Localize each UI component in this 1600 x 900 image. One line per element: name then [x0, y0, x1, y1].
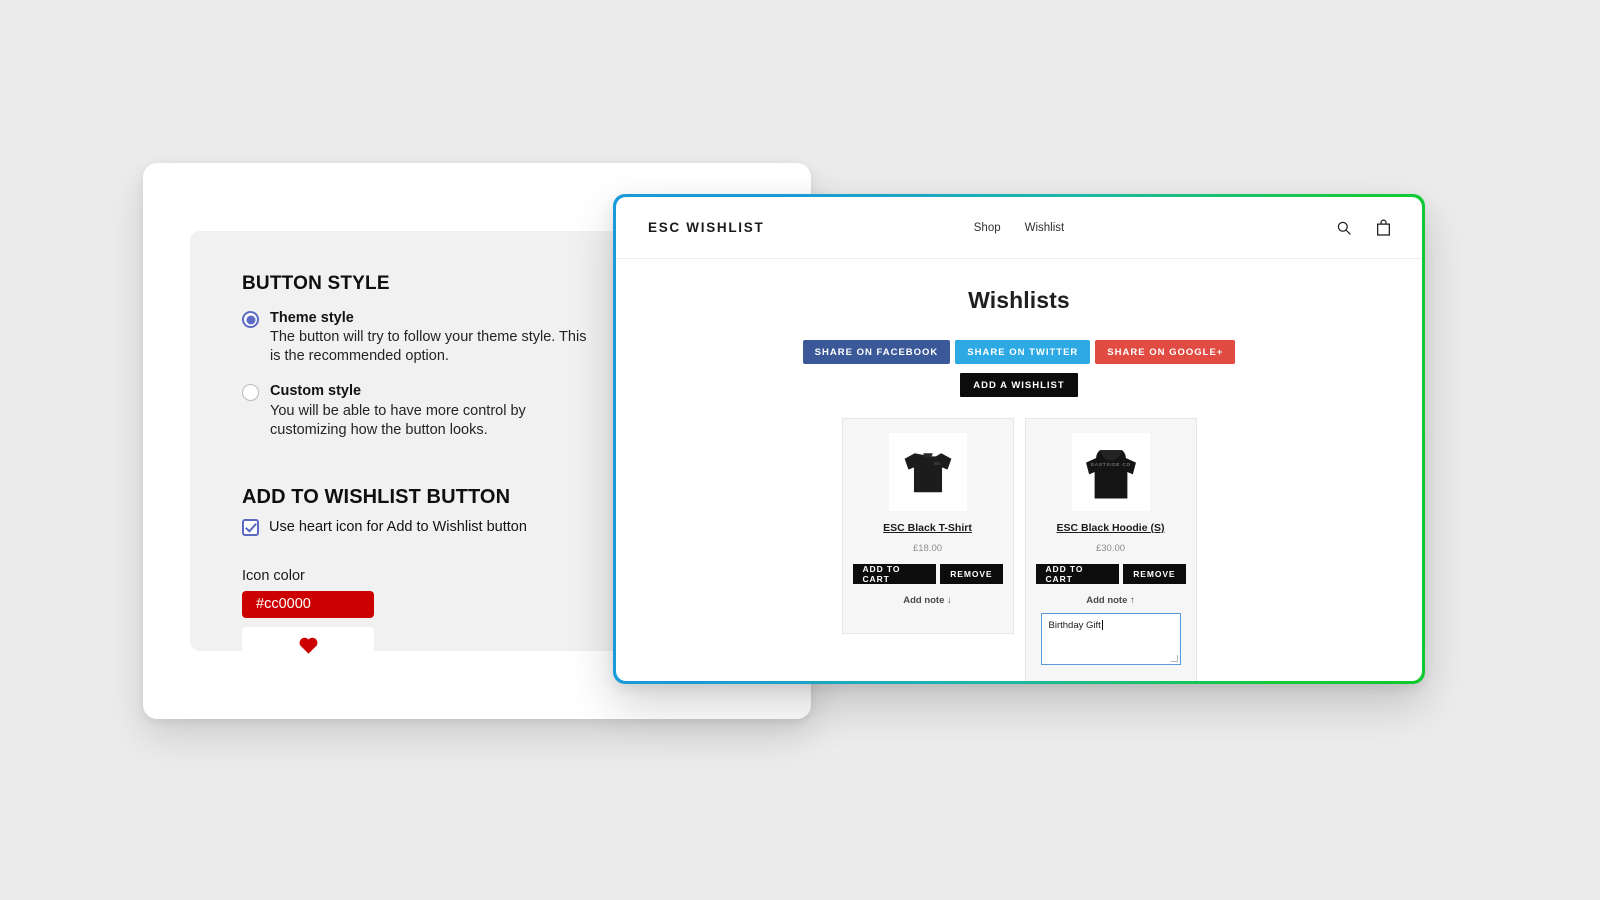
store-nav: Shop Wishlist — [974, 222, 1064, 234]
icon-color-preview — [242, 626, 374, 663]
add-to-cart-button[interactable]: ADD TO CART — [1035, 564, 1120, 584]
product-name[interactable]: ESC Black T-Shirt — [883, 522, 972, 534]
store-body: Wishlists SHARE ON FACEBOOK SHARE ON TWI… — [616, 259, 1422, 681]
store-header-icons — [1336, 218, 1394, 238]
search-icon[interactable] — [1336, 218, 1354, 238]
cart-icon[interactable] — [1376, 218, 1394, 238]
heart-icon — [299, 637, 317, 654]
product-image-hoodie: EASTSIDE CO — [1071, 433, 1150, 511]
page-title: Wishlists — [968, 287, 1070, 313]
radio-theme-style-label: Theme style — [270, 310, 354, 326]
store-logo[interactable]: ESC WISHLIST — [648, 220, 764, 235]
add-a-wishlist-button[interactable]: ADD A WISHLIST — [960, 373, 1078, 397]
add-note-toggle[interactable]: Add note ↓ — [903, 595, 952, 606]
remove-button[interactable]: REMOVE — [1123, 564, 1186, 584]
remove-button[interactable]: REMOVE — [940, 564, 1003, 584]
radio-theme-style-icon[interactable] — [242, 311, 259, 328]
text-cursor — [1101, 620, 1103, 630]
add-note-toggle[interactable]: Add note ↑ — [1086, 595, 1135, 606]
wishlist-products: ESC Black T-Shirt £18.00 ADD TO CART REM… — [616, 418, 1422, 681]
radio-custom-style-label: Custom style — [270, 383, 362, 400]
heart-icon-checkbox[interactable] — [242, 518, 259, 536]
radio-custom-style-icon[interactable] — [242, 384, 259, 402]
product-price: £30.00 — [1095, 543, 1126, 554]
nav-link-wishlist[interactable]: Wishlist — [1025, 222, 1065, 234]
product-image-tshirt — [888, 433, 967, 511]
product-actions: ADD TO CART REMOVE — [1035, 564, 1186, 584]
storefront-window: ESC WISHLIST Shop Wishlist Wishlists SHA… — [613, 194, 1425, 684]
share-on-twitter-button[interactable]: SHARE ON TWITTER — [955, 340, 1091, 364]
add-wishlist-row: ADD A WISHLIST — [616, 373, 1422, 397]
svg-text:EASTSIDE CO: EASTSIDE CO — [1091, 462, 1131, 467]
store-header: ESC WISHLIST Shop Wishlist — [616, 197, 1422, 259]
storefront-viewport: ESC WISHLIST Shop Wishlist Wishlists SHA… — [616, 197, 1422, 681]
radio-theme-style-help: The button will try to follow your theme… — [270, 329, 587, 365]
product-price: £18.00 — [912, 543, 943, 554]
note-text: Birthday Gift — [1048, 620, 1101, 631]
share-on-googleplus-button[interactable]: SHARE ON GOOGLE+ — [1095, 340, 1236, 364]
product-card: EASTSIDE CO ESC Black Hoodie (S) £30.00 … — [1024, 418, 1197, 681]
nav-link-shop[interactable]: Shop — [974, 222, 1001, 234]
product-name[interactable]: ESC Black Hoodie (S) — [1057, 522, 1165, 534]
radio-custom-style-help: You will be able to have more control by… — [270, 402, 526, 438]
product-card: ESC Black T-Shirt £18.00 ADD TO CART REM… — [841, 418, 1014, 634]
heart-icon-checkbox-label: Use heart icon for Add to Wishlist butto… — [269, 519, 527, 536]
share-on-facebook-button[interactable]: SHARE ON FACEBOOK — [802, 340, 951, 364]
screenshot-stage: BUTTON STYLE Theme style The button will… — [0, 0, 1600, 900]
add-to-cart-button[interactable]: ADD TO CART — [852, 564, 937, 584]
product-actions: ADD TO CART REMOVE — [852, 564, 1003, 584]
share-buttons-row: SHARE ON FACEBOOK SHARE ON TWITTER SHARE… — [616, 340, 1422, 364]
icon-color-input[interactable]: #cc0000 — [242, 590, 374, 618]
note-textarea[interactable]: Birthday Gift — [1040, 613, 1181, 665]
